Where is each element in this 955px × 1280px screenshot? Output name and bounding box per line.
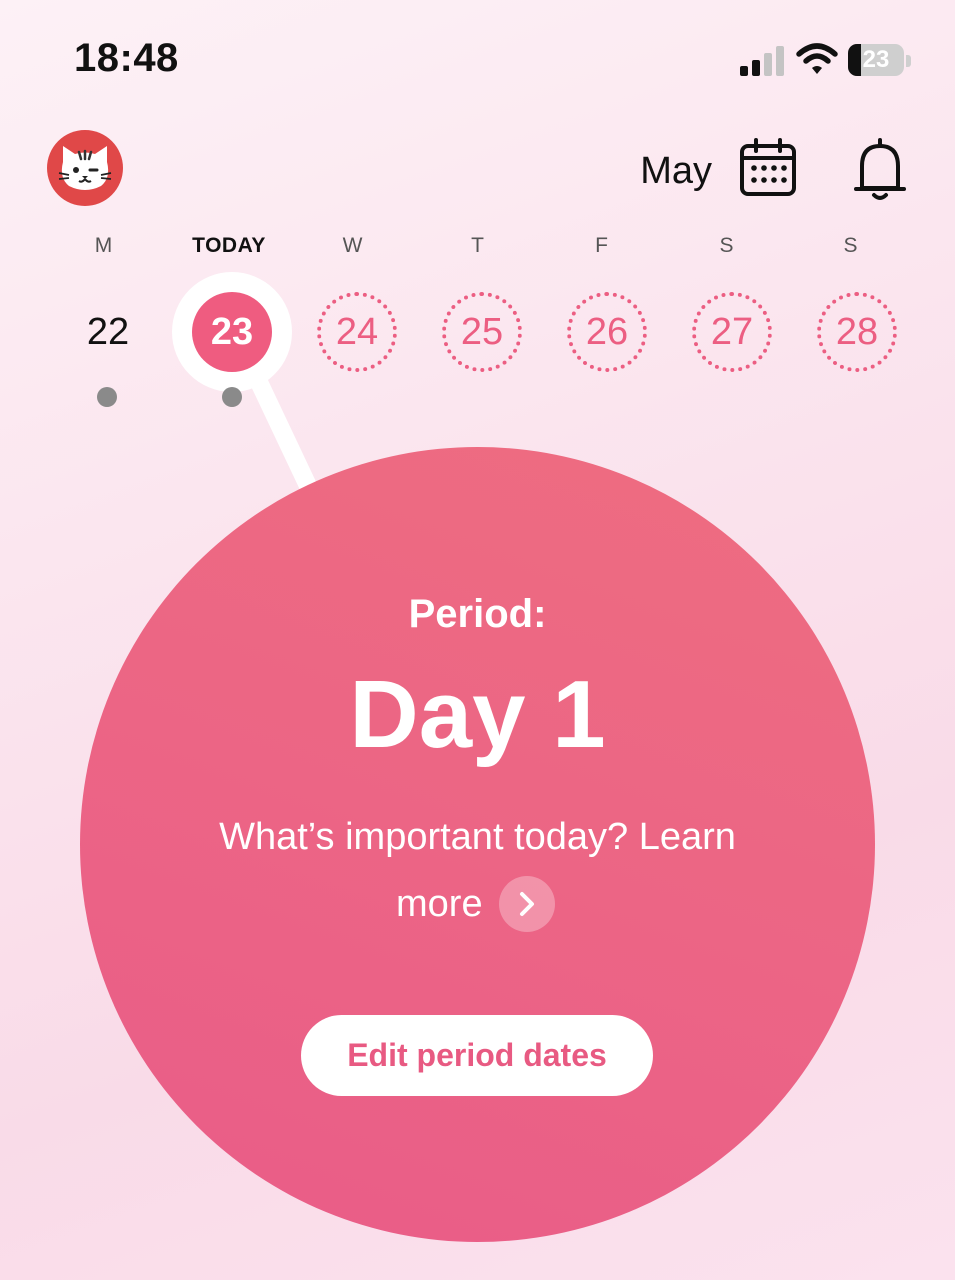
- cat-avatar-icon[interactable]: [47, 130, 123, 206]
- battery-indicator: 23: [848, 44, 904, 76]
- weekday-label-today: TODAY: [192, 234, 266, 257]
- weekday-label-sat: S: [719, 234, 735, 257]
- cat-face-icon: [58, 146, 112, 190]
- calendar-icon[interactable]: [738, 138, 798, 198]
- edit-period-dates-button[interactable]: Edit period dates: [301, 1015, 653, 1096]
- calendar-day-22[interactable]: 22: [68, 292, 148, 372]
- calendar-day-today[interactable]: 23: [192, 292, 272, 372]
- log-dot-22: [97, 387, 117, 407]
- period-label: Period:: [408, 592, 547, 636]
- weekday-label-thu: T: [471, 234, 485, 257]
- weekday-label-fri: F: [595, 234, 609, 257]
- cellular-signal-icon: [740, 46, 784, 76]
- weekday-label-sun: S: [843, 234, 859, 257]
- cycle-day-title: Day 1: [349, 661, 606, 768]
- wifi-icon: [796, 43, 838, 74]
- bell-icon[interactable]: [852, 136, 908, 202]
- battery-level-text: 23: [862, 46, 890, 73]
- month-label[interactable]: May: [620, 150, 712, 193]
- learn-more-link[interactable]: more: [380, 875, 580, 933]
- calendar-day-24-predicted[interactable]: 24: [317, 292, 397, 372]
- learn-more-text: more: [396, 882, 483, 925]
- log-dot-23: [222, 387, 242, 407]
- status-time: 18:48: [74, 36, 179, 80]
- calendar-day-27-predicted[interactable]: 27: [692, 292, 772, 372]
- calendar-day-28-predicted[interactable]: 28: [817, 292, 897, 372]
- battery-nub: [906, 55, 911, 67]
- weekday-label-mon: M: [94, 234, 114, 257]
- weekday-label-wed: W: [342, 234, 364, 257]
- daily-tip-text[interactable]: What’s important today? Learn: [80, 816, 875, 859]
- chevron-right-icon[interactable]: [498, 876, 555, 932]
- calendar-day-26-predicted[interactable]: 26: [567, 292, 647, 372]
- calendar-day-25-predicted[interactable]: 25: [442, 292, 522, 372]
